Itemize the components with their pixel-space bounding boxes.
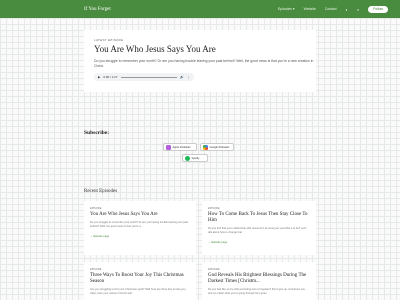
apple-podcasts-icon (166, 144, 171, 150)
episode-title[interactable]: Three Ways To Boost Your Joy This Christ… (90, 273, 190, 285)
episode-card[interactable]: EPISODE God Reveals His Brightest Blessi… (202, 262, 316, 300)
episode-link[interactable]: → Episode page (208, 241, 310, 244)
spotify-label: Spotify (191, 156, 200, 160)
subscribe-label: Subscribe: (84, 130, 110, 136)
episode-meta: EPISODE (208, 207, 220, 210)
play-icon[interactable]: ▶ (98, 75, 100, 79)
search-icon[interactable]: ⌕ (357, 7, 359, 12)
episode-title[interactable]: You Are Who Jesus Says You Are (90, 212, 190, 218)
volume-icon[interactable]: 🔊 (180, 75, 184, 79)
episode-excerpt: Do you feel like you're still just feeli… (208, 288, 306, 296)
more-options-icon[interactable]: ⋮ (187, 75, 190, 79)
site-brand[interactable]: If You Forget (84, 7, 111, 12)
theme-toggle-icon[interactable]: ◐ (346, 7, 348, 12)
google-podcasts-icon (203, 144, 208, 150)
subscribe-spotify[interactable]: Spotify (182, 154, 208, 162)
apple-podcasts-label: Apple Podcasts (172, 145, 191, 149)
nav-link-contact[interactable]: Contact (325, 7, 337, 11)
recent-episodes-heading: Recent Episodes (84, 189, 118, 194)
follow-button[interactable]: Follow (368, 5, 388, 13)
subscribe-apple-podcasts[interactable]: Apple Podcasts (163, 143, 197, 151)
episode-meta: EPISODE (90, 268, 102, 271)
spotify-icon (185, 155, 190, 161)
nav-link-website[interactable]: Website (304, 7, 316, 11)
top-nav: If You Forget Episodes ▾ Website Contact… (0, 0, 400, 18)
episode-meta: EPISODE (90, 207, 102, 210)
player-time: 0:00 / 1:27 (103, 75, 118, 79)
episode-excerpt: Do you find that your relationship with … (208, 227, 307, 235)
episode-link[interactable]: → Episode page (90, 235, 190, 238)
episode-card[interactable]: EPISODE You Are Who Jesus Says You Are D… (84, 201, 196, 255)
episode-card[interactable]: EPISODE Three Ways To Boost Your Joy Thi… (84, 262, 196, 300)
subscribe-google-podcasts[interactable]: Google Podcasts (200, 143, 234, 151)
latest-episode-description: Do you struggle to remember your worth? … (94, 59, 314, 68)
episode-meta: EPISODE (208, 268, 220, 271)
player-progress-track[interactable] (120, 76, 178, 78)
audio-player[interactable]: ▶ 0:00 / 1:27 🔊 ⋮ (94, 73, 194, 81)
latest-episode-eyebrow: LATEST EPISODE (94, 38, 124, 42)
episode-title[interactable]: How To Come Back To Jesus Then Stay Clos… (208, 212, 310, 224)
nav-links: Episodes ▾ Website Contact ◐ ⌕ Follow (278, 5, 388, 13)
episode-excerpt: Are you struggling to find your Christma… (90, 288, 186, 296)
latest-episode-card: LATEST EPISODE You Are Who Jesus Says Yo… (84, 30, 316, 92)
latest-episode-title[interactable]: You Are Who Jesus Says You Are (94, 44, 306, 54)
episode-card[interactable]: EPISODE How To Come Back To Jesus Then S… (202, 201, 316, 255)
nav-link-episodes[interactable]: Episodes ▾ (278, 7, 295, 11)
episode-excerpt: Do you struggle to remember your worth? … (90, 221, 189, 228)
episode-title[interactable]: God Reveals His Brightest Blessings Duri… (208, 273, 310, 285)
google-podcasts-label: Google Podcasts (209, 145, 230, 149)
